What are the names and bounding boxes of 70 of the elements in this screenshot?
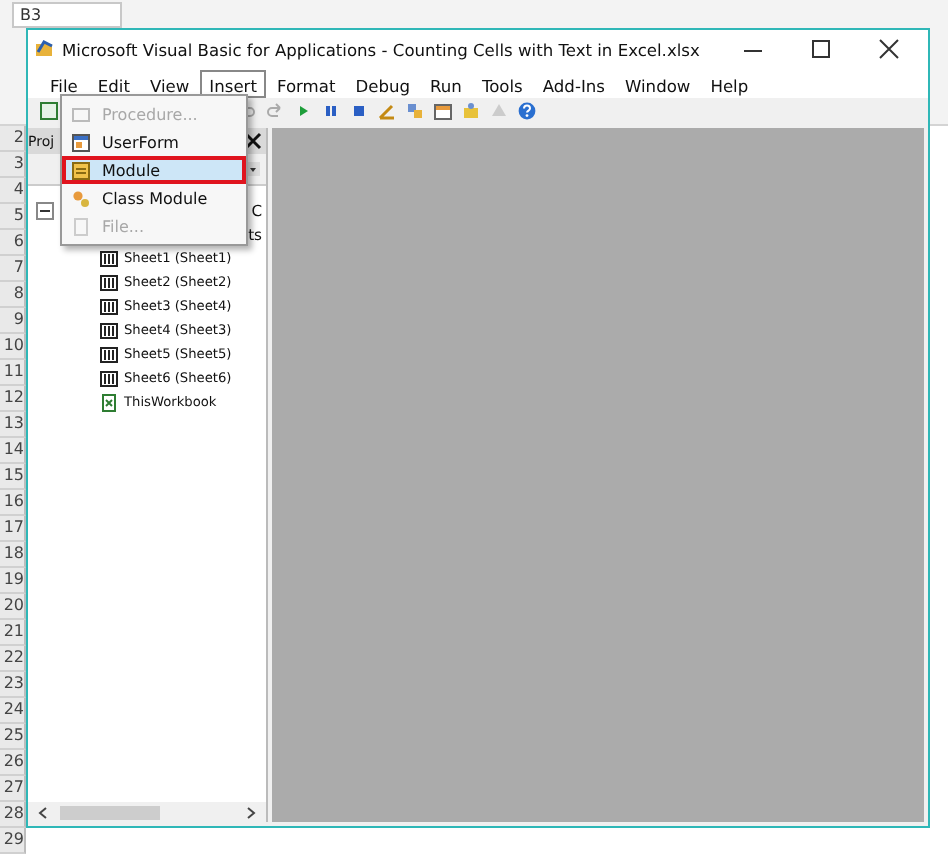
window-title: Microsoft Visual Basic for Applications - Counting Cells with Text in Excel.xlsx: [62, 39, 702, 59]
menu-option[interactable]: Class Module: [62, 184, 246, 212]
sheet-icon: [100, 321, 118, 339]
sheet-icon: [100, 345, 118, 363]
row-number: 10: [0, 334, 26, 360]
row-number: 29: [0, 828, 26, 854]
row-number: 23: [0, 672, 26, 698]
menu-option[interactable]: Module: [62, 156, 246, 184]
close-icon[interactable]: [244, 132, 262, 150]
file-icon: [72, 217, 90, 235]
module-icon: [72, 161, 90, 179]
row-number: 22: [0, 646, 26, 672]
menu-item[interactable]: View: [139, 69, 200, 97]
collapse-icon[interactable]: [36, 201, 54, 219]
row-number: 24: [0, 698, 26, 724]
row-number: 7: [0, 256, 26, 282]
sheet-icon: [100, 297, 118, 315]
menu-item[interactable]: Help: [700, 69, 759, 97]
row-number: 20: [0, 594, 26, 620]
row-number: 8: [0, 282, 26, 308]
scroll-left-icon[interactable]: [34, 803, 52, 821]
design-mode-icon[interactable]: [378, 102, 396, 120]
form-icon: [72, 133, 90, 151]
row-number: 4: [0, 178, 26, 204]
menu-item[interactable]: File: [40, 69, 88, 97]
row-number: 13: [0, 412, 26, 438]
row-number: 17: [0, 516, 26, 542]
row-number: 27: [0, 776, 26, 802]
scroll-right-icon[interactable]: [242, 803, 260, 821]
row-number: 25: [0, 724, 26, 750]
name-box[interactable]: B3: [12, 2, 122, 28]
scrollbar-thumb[interactable]: [60, 805, 160, 819]
pause-icon[interactable]: [322, 102, 340, 120]
menu-item[interactable]: Tools: [471, 69, 533, 97]
sheet-icon: [100, 273, 118, 291]
properties-icon[interactable]: [434, 102, 452, 120]
row-number: 21: [0, 620, 26, 646]
row-number: 14: [0, 438, 26, 464]
row-number: 9: [0, 308, 26, 334]
row-number: 6: [0, 230, 26, 256]
project-explorer-icon[interactable]: [406, 102, 424, 120]
row-number: 5: [0, 204, 26, 230]
row-number: 26: [0, 750, 26, 776]
menu-item[interactable]: Window: [614, 69, 701, 97]
sheet-icon: [100, 369, 118, 387]
row-number: 12: [0, 386, 26, 412]
menu-item[interactable]: Edit: [87, 69, 140, 97]
menu-option[interactable]: UserForm: [62, 128, 246, 156]
menu-item[interactable]: Insert: [199, 69, 267, 97]
stop-icon[interactable]: [350, 102, 368, 120]
row-number: 11: [0, 360, 26, 386]
menu-item[interactable]: Debug: [345, 69, 421, 97]
row-number: 19: [0, 568, 26, 594]
procedure-icon: [72, 105, 90, 123]
row-number: 3: [0, 152, 26, 178]
play-icon[interactable]: [294, 102, 312, 120]
gears-icon: [72, 189, 90, 207]
row-number: 18: [0, 542, 26, 568]
sheet-icon: [100, 249, 118, 267]
excel-icon[interactable]: [40, 102, 58, 120]
menu-item[interactable]: Format: [266, 69, 346, 97]
workbook-icon: [100, 393, 118, 411]
row-number: 15: [0, 464, 26, 490]
row-number: 2: [0, 126, 26, 152]
help-icon[interactable]: [518, 102, 536, 120]
menu-item[interactable]: Add-Ins: [532, 69, 615, 97]
row-number: 28: [0, 802, 26, 828]
menu-item[interactable]: Run: [420, 69, 472, 97]
row-number: 16: [0, 490, 26, 516]
app-icon: [36, 40, 54, 58]
